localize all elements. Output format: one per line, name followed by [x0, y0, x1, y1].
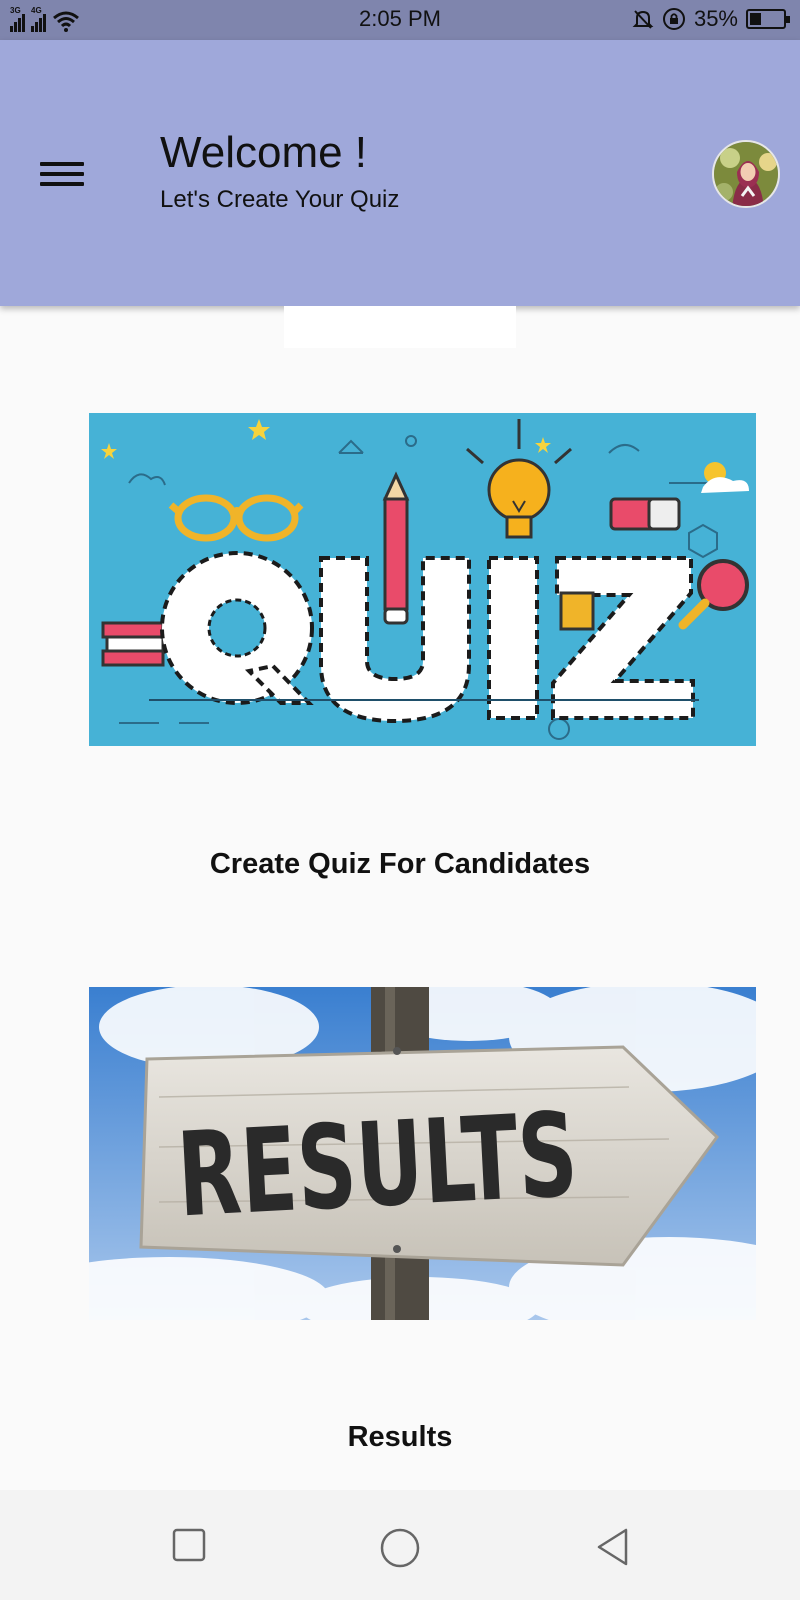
home-icon[interactable] [380, 1528, 420, 1568]
quiz-banner-image[interactable] [89, 413, 756, 746]
page-subtitle: Let's Create Your Quiz [160, 186, 400, 213]
results-label[interactable]: Results [0, 1421, 800, 1454]
results-banner-image[interactable]: RESULTS [89, 987, 756, 1320]
status-bar: 3G 4G 2:05 PM 35% [0, 0, 800, 40]
profile-avatar[interactable] [712, 140, 780, 208]
battery-icon [746, 9, 790, 29]
battery-level [750, 13, 762, 25]
mute-icon [632, 10, 654, 29]
app-bar: Welcome ! Let's Create Your Quiz [0, 40, 800, 306]
recent-apps-icon[interactable] [172, 1528, 206, 1562]
header-strip [284, 306, 516, 348]
create-quiz-label[interactable]: Create Quiz For Candidates [0, 848, 800, 881]
page-title: Welcome ! [160, 128, 368, 177]
hamburger-menu-icon[interactable] [40, 162, 84, 192]
rotation-lock-icon [662, 8, 685, 30]
back-icon[interactable] [596, 1528, 630, 1566]
battery-percent: 35% [693, 6, 738, 31]
system-nav-bar [0, 1490, 800, 1600]
svg-text:RESULTS: RESULTS [174, 1088, 581, 1244]
